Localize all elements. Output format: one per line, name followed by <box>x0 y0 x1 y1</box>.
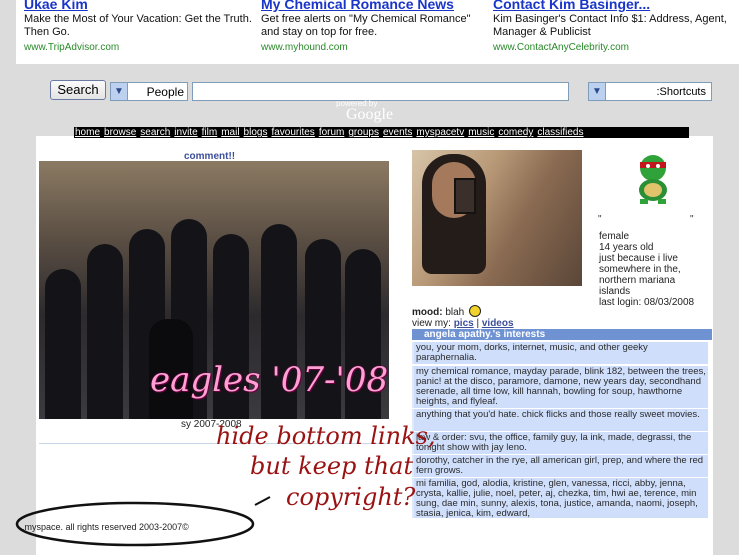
last-login: last login: 08/03/2008 <box>599 297 695 308</box>
nav-myspacetv[interactable]: myspacetv <box>416 127 464 138</box>
ad-2-title[interactable]: My Chemical Romance News <box>261 0 481 12</box>
interest-value: my chemical romance, mayday parade, blin… <box>414 366 708 408</box>
pics-link[interactable]: pics <box>454 318 474 329</box>
ad-3[interactable]: Contact Kim Basinger... Kim Basinger's C… <box>493 0 739 54</box>
nav-browse[interactable]: browse <box>104 127 136 138</box>
nav-comedy[interactable]: comedy <box>498 127 533 138</box>
gender: female <box>599 231 630 242</box>
photo-figure <box>45 269 81 419</box>
powered-by-google: powered by Google <box>336 100 394 123</box>
profile-details: female 14 years old just because i live … <box>599 231 709 308</box>
ad-2-text: Get free alerts on "My Chemical Romance"… <box>261 13 471 38</box>
interest-row: mi familia, god, alodia, kristine, glen,… <box>412 478 712 518</box>
ad-1-url[interactable]: www.TripAdvisor.com <box>24 41 260 54</box>
nav-film[interactable]: film <box>202 127 218 138</box>
nav-music[interactable]: music <box>468 127 494 138</box>
annotation-line-1: hide bottom links, <box>216 422 436 450</box>
ad-bar: Ukae Kim Make the Most of Your Vacation:… <box>16 0 739 64</box>
interest-row: you, your mom, dorks, internet, music, a… <box>412 342 712 364</box>
mood: mood: blah <box>412 305 482 318</box>
ad-2[interactable]: My Chemical Romance News Get free alerts… <box>261 0 481 54</box>
profile-photo[interactable] <box>412 150 582 286</box>
photo-figure <box>87 244 123 419</box>
interest-value: you, your mom, dorks, internet, music, a… <box>414 342 708 364</box>
smiley-icon <box>469 305 482 317</box>
chevron-down-icon[interactable]: ▼ <box>111 83 128 100</box>
search-input[interactable] <box>192 82 569 101</box>
nav-invite[interactable]: invite <box>174 127 197 138</box>
turtle-icon <box>639 155 667 204</box>
quote-close: " <box>690 214 694 225</box>
interest-value: law & order: svu, the office, family guy… <box>414 432 708 454</box>
view-my-label: view my: <box>412 318 451 329</box>
search-button[interactable]: Search <box>50 80 106 100</box>
search-category-value: People <box>146 85 184 99</box>
ad-3-text: Kim Basinger's Contact Info $1: Address,… <box>493 13 727 38</box>
main-nav: home browse search invite film mail blogs favou… <box>74 127 689 138</box>
ad-2-url[interactable]: www.myhound.com <box>261 41 481 54</box>
interests-table: you, your mom, dorks, internet, music, a… <box>412 340 712 520</box>
nav-favourites[interactable]: favourites <box>271 127 314 138</box>
nav-forum[interactable]: forum <box>319 127 345 138</box>
ad-3-title[interactable]: Contact Kim Basinger... <box>493 0 739 12</box>
interest-value: anything that you'd hate. chick flicks a… <box>414 409 708 431</box>
shortcuts-value: :Shortcuts <box>656 86 706 98</box>
age: 14 years old <box>599 242 654 253</box>
nav-blogs[interactable]: blogs <box>244 127 268 138</box>
ad-1[interactable]: Ukae Kim Make the Most of Your Vacation:… <box>24 0 260 54</box>
annotation-line-3: copyright? <box>286 483 416 511</box>
nav-events[interactable]: events <box>383 127 412 138</box>
nav-groups[interactable]: groups <box>348 127 379 138</box>
interest-row: anything that you'd hate. chick flicks a… <box>412 409 712 431</box>
ad-3-url[interactable]: www.ContactAnyCelebrity.com <box>493 41 739 54</box>
chevron-down-icon[interactable]: ▼ <box>589 83 606 100</box>
search-category-select[interactable]: ▼ People <box>110 82 188 101</box>
nav-search[interactable]: search <box>140 127 170 138</box>
interest-value: dorothy, catcher in the rye, all america… <box>414 455 708 477</box>
google-logo: Google <box>346 106 394 123</box>
copyright-text: .myspace. all rights reserved 2003-2007© <box>22 522 189 532</box>
annotation-line-2: but keep that <box>250 452 414 480</box>
mood-label: mood: <box>412 307 443 318</box>
nav-mail[interactable]: mail <box>221 127 239 138</box>
ad-1-title[interactable]: Ukae Kim <box>24 0 260 12</box>
interest-row: dorothy, catcher in the rye, all america… <box>412 455 712 477</box>
photo-phone <box>454 178 476 214</box>
ad-1-text: Make the Most of Your Vacation: Get the … <box>24 13 252 38</box>
region: northern mariana islands <box>599 275 676 297</box>
view-my-links: view my: pics | videos <box>412 318 514 329</box>
mood-value: blah <box>445 307 465 318</box>
interest-value: mi familia, god, alodia, kristine, glen,… <box>414 478 708 518</box>
nav-home[interactable]: home <box>75 127 100 138</box>
interest-row: my chemical romance, mayday parade, blin… <box>412 366 712 408</box>
location-note: just because i live somewhere in the, <box>599 253 681 275</box>
banner-title: eagles '07-'08 <box>150 360 389 400</box>
shortcuts-select[interactable]: ▼ :Shortcuts <box>588 82 712 101</box>
interests-header: angela apathy.'s interests <box>412 329 712 340</box>
videos-link[interactable]: videos <box>482 318 514 329</box>
quote-open: " <box>598 214 602 225</box>
nav-classifieds[interactable]: classifieds <box>537 127 583 138</box>
interest-row: law & order: svu, the office, family guy… <box>412 432 712 454</box>
